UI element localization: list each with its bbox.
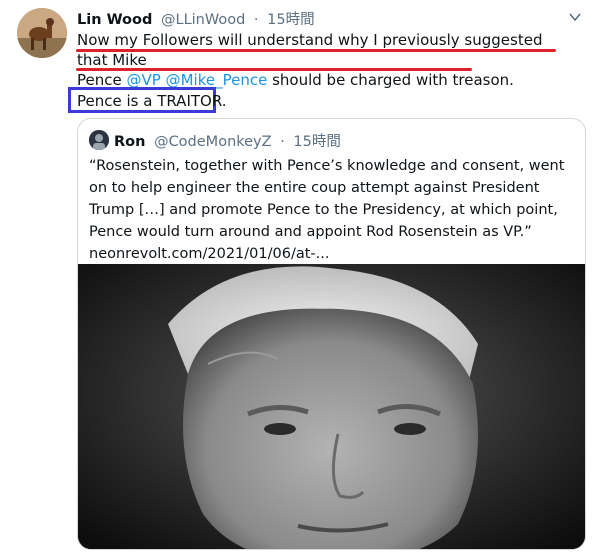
chevron-down-icon[interactable] <box>566 10 584 28</box>
author-avatar[interactable] <box>17 8 67 58</box>
author-name[interactable]: Lin Wood <box>77 12 152 28</box>
quote-timestamp[interactable]: 15時間 <box>293 134 340 150</box>
quote-author-avatar[interactable] <box>89 130 109 150</box>
tweet-text: Now my Followers will understand why I p… <box>77 30 567 90</box>
quote-author-name[interactable]: Ron <box>114 134 145 150</box>
quote-header: Ron @CodeMonkeyZ · 15時間 <box>114 130 341 151</box>
red-underline-2 <box>76 68 472 71</box>
tweet-header: Lin Wood @LLinWood · 15時間 <box>77 8 560 30</box>
quote-separator-dot: · <box>280 134 285 150</box>
quote-photo[interactable] <box>78 264 585 549</box>
tweet-line-3: Pence is a TRAITOR. <box>77 92 227 110</box>
quote-author-handle[interactable]: @CodeMonkeyZ <box>154 134 272 150</box>
separator-dot: · <box>253 12 259 28</box>
quote-text: “Rosenstein, together with Pence’s knowl… <box>89 155 577 265</box>
quote-link[interactable]: neonrevolt.com/2021/01/06/at-... <box>89 243 577 265</box>
tweet[interactable]: Lin Wood @LLinWood · 15時間 Now my Followe… <box>0 0 600 556</box>
quoted-tweet[interactable]: Ron @CodeMonkeyZ · 15時間 “Rosenstein, tog… <box>77 118 586 550</box>
author-handle[interactable]: @LLinWood <box>161 12 245 28</box>
red-underline-1 <box>76 49 556 52</box>
tweet-line-2-post: should be charged with treason. <box>267 71 514 89</box>
timestamp[interactable]: 15時間 <box>267 12 314 28</box>
quote-body: “Rosenstein, together with Pence’s knowl… <box>89 158 565 240</box>
